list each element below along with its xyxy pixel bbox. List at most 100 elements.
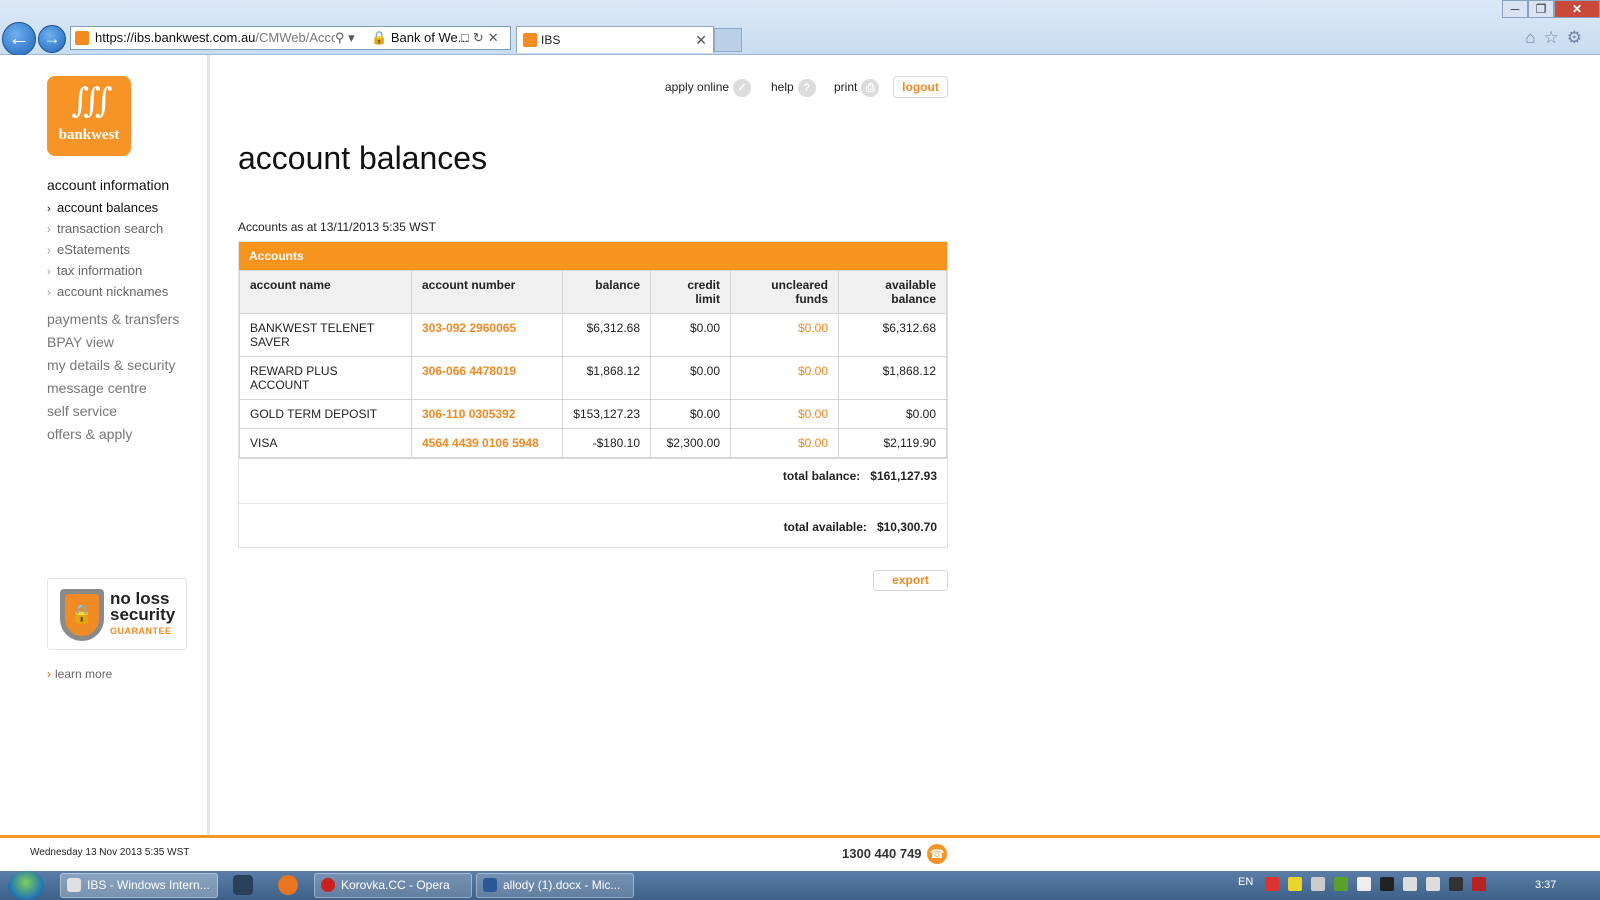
gear-icon[interactable]: ⚙ (1567, 28, 1590, 47)
col-account-name: account name (239, 270, 412, 314)
antivirus-icon[interactable] (1265, 877, 1279, 891)
sidebar-item-offers-apply[interactable]: offers & apply (47, 423, 179, 446)
language-indicator[interactable]: EN (1238, 876, 1253, 888)
favorites-star-icon[interactable]: ☆ (1544, 28, 1567, 47)
sidebar-item-label: account balances (57, 200, 159, 215)
account-available-balance: $6,312.68 (838, 313, 947, 357)
account-uncleared-funds[interactable]: $0.00 (730, 428, 839, 458)
sidebar-item-label: account nicknames (57, 284, 169, 299)
account-uncleared-funds[interactable]: $0.00 (730, 399, 839, 429)
restore-icon[interactable]: ❐ (1528, 0, 1554, 18)
accounts-panel-title: Accounts (239, 242, 947, 270)
taskbar-item-word[interactable]: allody (1).docx - Mic... (476, 873, 634, 898)
account-number-link[interactable]: 306-110 0305392 (411, 399, 563, 429)
account-balance: -$180.10 (562, 428, 651, 458)
tab-ibs[interactable]: IBS ✕ (516, 26, 714, 53)
table-row: VISA 4564 4439 0106 5948 -$180.10 $2,300… (239, 428, 947, 458)
guarantee-line2: security (110, 605, 176, 624)
logout-button[interactable]: logout (893, 76, 948, 98)
us-flag-icon[interactable] (1472, 877, 1486, 891)
total-available-label: total available: (783, 520, 867, 534)
address-url[interactable]: https://ibs.bankwest.com.au/CMWeb/Acco (95, 27, 335, 49)
security-guarantee-badge[interactable]: 🔒 no loss security GUARANTEE (47, 578, 187, 650)
sidebar-item-account-balances[interactable]: › account balances (47, 197, 168, 218)
account-name: REWARD PLUS ACCOUNT (239, 356, 412, 400)
col-credit-limit-line1: credit (687, 278, 720, 292)
close-tab-icon[interactable]: ✕ (695, 27, 707, 53)
site-identity[interactable]: 🔒 Bank of We... (371, 27, 469, 49)
tool-icon[interactable] (1357, 877, 1371, 891)
minimize-icon[interactable]: ─ (1502, 0, 1528, 18)
footer-date: Wednesday 13 Nov 2013 5:35 WST (30, 847, 190, 858)
sidebar-item-estatements[interactable]: › eStatements (47, 239, 168, 260)
url-domain: bankwest.com.au (154, 30, 256, 45)
nvidia-icon[interactable] (1334, 877, 1348, 891)
account-credit-limit: $0.00 (650, 356, 731, 400)
help-icon: ? (797, 78, 816, 97)
search-icon[interactable]: ⚲ ▾ (335, 27, 355, 49)
apply-online-link[interactable]: apply online ✓ (665, 77, 752, 97)
forward-arrow-icon[interactable]: → (38, 25, 66, 53)
sidebar-item-tax-information[interactable]: › tax information (47, 260, 168, 281)
footer-phone: 1300 440 749 (842, 846, 922, 861)
new-tab-button[interactable] (714, 28, 742, 52)
sidebar-item-bpay-view[interactable]: BPAY view (47, 331, 179, 354)
accounts-panel: Accounts account name account number bal… (238, 241, 948, 548)
account-number-link[interactable]: 303-092 2960065 (411, 313, 563, 357)
total-balance-label: total balance: (782, 469, 861, 483)
address-bar[interactable]: https://ibs.bankwest.com.au/CMWeb/Acco ⚲… (70, 26, 511, 50)
display-icon[interactable] (1311, 877, 1325, 891)
sidebar-item-account-nicknames[interactable]: › account nicknames (47, 281, 168, 302)
table-row: BANKWEST TELENET SAVER 303-092 2960065 $6… (239, 313, 947, 357)
explorer-icon[interactable] (233, 875, 253, 895)
close-window-icon[interactable]: ✕ (1554, 0, 1600, 18)
learn-more-link[interactable]: › learn more (47, 667, 112, 681)
sidebar-item-my-details-security[interactable]: my details & security (47, 354, 179, 377)
account-uncleared-funds[interactable]: $0.00 (730, 356, 839, 400)
refresh-stop-icons[interactable]: □↻✕ (461, 27, 503, 49)
network-agent-icon[interactable] (1288, 877, 1302, 891)
taskbar-item-opera[interactable]: Korovka.CC - Opera (314, 873, 472, 898)
table-row: REWARD PLUS ACCOUNT 306-066 4478019 $1,86… (239, 356, 947, 400)
accounts-table: account name account number balance cred… (239, 270, 947, 458)
chevron-right-icon: › (47, 245, 51, 257)
account-number-link[interactable]: 4564 4439 0106 5948 (411, 428, 563, 458)
sidebar-item-payments-transfers[interactable]: payments & transfers (47, 308, 179, 331)
account-uncleared-funds[interactable]: $0.00 (730, 313, 839, 357)
system-tray (1265, 877, 1495, 895)
start-button[interactable] (8, 871, 44, 900)
flag-icon[interactable] (1380, 877, 1394, 891)
sidebar-section-title[interactable]: account information (47, 177, 169, 193)
sidebar-item-message-centre[interactable]: message centre (47, 377, 179, 400)
chevron-right-icon: › (47, 203, 51, 215)
account-number-link[interactable]: 306-066 4478019 (411, 356, 563, 400)
battery-icon[interactable] (1449, 877, 1463, 891)
system-clock[interactable]: 3:37 (1535, 879, 1556, 891)
account-balance: $1,868.12 (562, 356, 651, 400)
volume-icon[interactable] (1426, 877, 1440, 891)
sidebar-item-transaction-search[interactable]: › transaction search (47, 218, 168, 239)
print-link[interactable]: print ⎙ (834, 77, 880, 97)
export-button[interactable]: export (873, 570, 948, 591)
help-link[interactable]: help? (771, 77, 816, 97)
bankwest-logo[interactable]: ∫∫∫ bankwest (47, 76, 131, 156)
back-arrow-icon[interactable]: ← (2, 22, 36, 56)
sidebar-item-self-service[interactable]: self service (47, 400, 179, 423)
home-icon[interactable]: ⌂ (1525, 28, 1543, 47)
account-name-line2: ACCOUNT (250, 378, 310, 392)
account-credit-limit: $0.00 (650, 399, 731, 429)
col-available-line2: balance (891, 292, 936, 306)
firefox-icon[interactable] (278, 875, 298, 895)
browser-chrome: ← → https://ibs.bankwest.com.au/CMWeb/Ac… (0, 0, 1600, 56)
page-footer: Wednesday 13 Nov 2013 5:35 WST 1300 440 … (0, 835, 1600, 871)
account-balance: $6,312.68 (562, 313, 651, 357)
guarantee-line3: GUARANTEE (110, 626, 172, 636)
printer-icon: ⎙ (861, 78, 880, 97)
wifi-icon[interactable] (1403, 877, 1417, 891)
help-label: help (771, 80, 794, 94)
table-header-row: account name account number balance cred… (239, 270, 947, 314)
phone-icon: ☎ (927, 844, 947, 864)
total-available-row: total available: $10,300.70 (239, 503, 947, 547)
taskbar-item-ie[interactable]: IBS - Windows Intern... (60, 873, 218, 898)
sidebar-item-label: eStatements (57, 242, 130, 257)
